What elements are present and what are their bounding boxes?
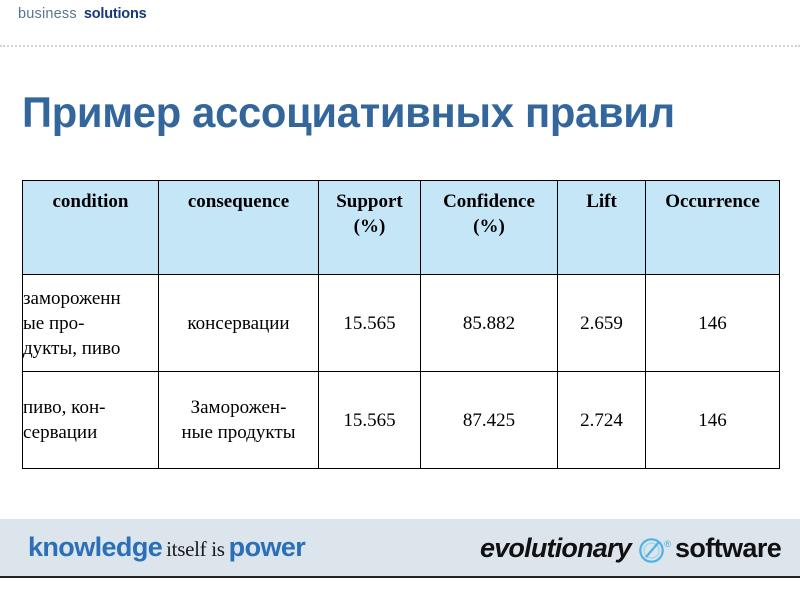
cell-consequence-line-1: Заморожен- bbox=[190, 397, 287, 418]
table-row: пиво, кон- сервации Заморожен- ные проду… bbox=[22, 371, 780, 469]
header-divider-rule bbox=[0, 45, 800, 47]
cell-condition-line-1: пиво, кон- bbox=[23, 397, 106, 418]
cell-consequence-line-1: консервации bbox=[187, 312, 290, 334]
evolutionary-software-logo: evolutionary ® software bbox=[480, 531, 782, 565]
cell-consequence: Заморожен- ные продукты bbox=[158, 371, 319, 469]
tagline-word-knowledge: knowledge bbox=[28, 532, 163, 562]
association-rules-table-container: condition consequence Support (%) Confid… bbox=[22, 180, 780, 469]
cell-lift: 2.659 bbox=[557, 274, 646, 372]
cell-condition-line-1: замороженн bbox=[23, 287, 121, 309]
table-row: замороженн ые про- дукты, пиво консервац… bbox=[22, 274, 780, 372]
column-header-condition: condition bbox=[22, 180, 159, 275]
column-header-consequence-label: consequence bbox=[187, 191, 290, 212]
page-title: Пример ассоциативных правил bbox=[22, 89, 675, 137]
business-solutions-logo: business solutions bbox=[18, 6, 147, 22]
e-circle-logo-icon: ® bbox=[636, 531, 671, 565]
registered-trademark-icon: ® bbox=[664, 539, 671, 549]
logo-word-software: software bbox=[674, 533, 782, 563]
cell-confidence: 87.425 bbox=[420, 371, 558, 469]
table-header-row: condition consequence Support (%) Confid… bbox=[22, 180, 780, 275]
cell-occurrence: 146 bbox=[645, 371, 780, 469]
cell-condition: пиво, кон- сервации bbox=[22, 371, 159, 469]
column-header-condition-label: condition bbox=[52, 191, 129, 212]
column-header-confidence: Confidence (%) bbox=[420, 180, 558, 275]
column-header-lift: Lift bbox=[557, 180, 646, 275]
cell-condition-line-3: дукты, пиво bbox=[23, 337, 121, 359]
cell-consequence: консервации bbox=[158, 274, 319, 372]
tagline-word-itself-is: itself is bbox=[166, 537, 225, 561]
cell-occurrence: 146 bbox=[645, 274, 780, 372]
column-header-confidence-label: Confidence bbox=[443, 191, 535, 212]
column-header-confidence-unit: (%) bbox=[473, 216, 505, 237]
cell-support: 15.565 bbox=[318, 371, 421, 469]
column-header-lift-label: Lift bbox=[586, 191, 617, 212]
column-header-occurrence-label: Occurrence bbox=[665, 191, 760, 212]
cell-condition-line-2: ые про- bbox=[23, 312, 85, 334]
cell-condition-line-2: сервации bbox=[23, 422, 98, 443]
association-rules-table: condition consequence Support (%) Confid… bbox=[22, 180, 780, 469]
knowledge-tagline: knowledge itself is power bbox=[28, 532, 306, 564]
tagline-word-power: power bbox=[228, 532, 306, 562]
logo-word-evolutionary: evolutionary bbox=[480, 533, 632, 563]
cell-confidence: 85.882 bbox=[420, 274, 558, 372]
header-brand-bar: business solutions bbox=[0, 0, 800, 47]
cell-support: 15.565 bbox=[318, 274, 421, 372]
cell-lift: 2.724 bbox=[557, 371, 646, 469]
column-header-support-label: Support bbox=[336, 191, 403, 212]
cell-consequence-line-2: ные продукты bbox=[181, 422, 296, 443]
logo-word-solutions: solutions bbox=[83, 6, 147, 22]
column-header-consequence: consequence bbox=[158, 180, 319, 275]
column-header-support-unit: (%) bbox=[353, 216, 386, 237]
cell-condition: замороженн ые про- дукты, пиво bbox=[22, 274, 159, 372]
logo-word-business: business bbox=[18, 6, 77, 22]
column-header-occurrence: Occurrence bbox=[645, 180, 780, 275]
footer-bar: knowledge itself is power evolutionary ® s… bbox=[0, 519, 800, 578]
column-header-support: Support (%) bbox=[318, 180, 421, 275]
